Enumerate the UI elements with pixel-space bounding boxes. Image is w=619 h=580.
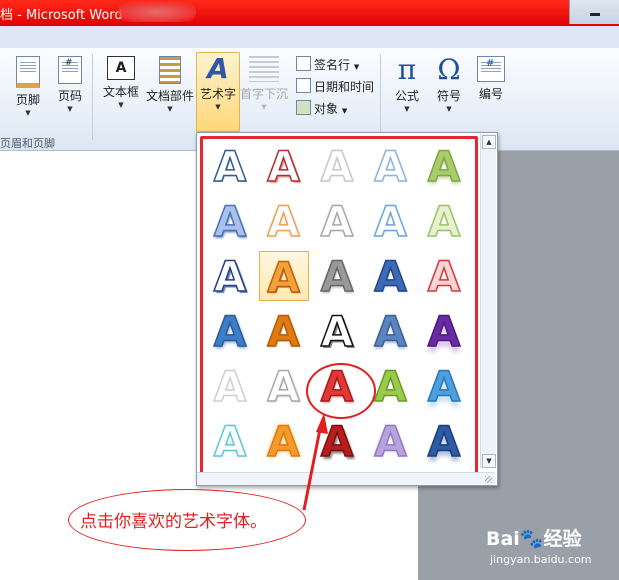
pi-icon: π: [397, 53, 417, 86]
textbox-label: 文本框: [102, 85, 139, 99]
scroll-down-icon[interactable]: ▼: [482, 454, 496, 468]
signature-line-command[interactable]: 签名行 ▼: [296, 56, 359, 73]
group-label-header-footer: 页眉和页脚: [0, 137, 55, 150]
wordart-style-navy-bevel[interactable]: A: [419, 416, 469, 467]
chevron-down-icon: ▼: [215, 103, 221, 111]
drop-cap-button[interactable]: 首字下沉 ▼: [240, 56, 288, 112]
object-command[interactable]: 对象 ▼: [296, 100, 347, 117]
footer-label: 页脚: [15, 93, 40, 107]
chevron-down-icon: ▼: [404, 105, 410, 113]
minimize-icon: [590, 13, 600, 16]
quick-parts-label: 文档部件: [146, 89, 195, 103]
object-icon: [296, 100, 311, 115]
number-icon: #: [477, 56, 505, 82]
page-number-label: 页码: [57, 89, 82, 103]
ribbon-tab-strip: [0, 26, 619, 49]
chevron-down-icon: ▼: [118, 101, 124, 109]
wordart-style-black-outline[interactable]: A: [312, 306, 362, 357]
redacted-filename: [118, 2, 196, 22]
wordart-style-gray-bevel[interactable]: A: [259, 361, 309, 412]
wordart-style-light-green[interactable]: A: [419, 196, 469, 247]
equation-button[interactable]: π 公式 ▼: [388, 56, 426, 114]
wordart-style-cyan-outline[interactable]: A: [205, 416, 255, 467]
quick-parts-icon: [159, 56, 181, 84]
wordart-style-ghost-blue[interactable]: A: [366, 141, 416, 192]
number-button[interactable]: # 编号: [472, 56, 510, 102]
wordart-style-dark-red[interactable]: A: [312, 416, 362, 467]
minimize-button[interactable]: [569, 0, 619, 24]
wordart-style-steel-blue[interactable]: A: [366, 306, 416, 357]
drop-cap-icon: [249, 56, 279, 82]
wordart-style-orange-fill[interactable]: A: [258, 251, 309, 303]
page-number-icon: #: [58, 56, 82, 84]
footer-icon: [16, 56, 40, 88]
wordart-style-light-blue-outline[interactable]: A: [366, 196, 416, 247]
chevron-down-icon: ▼: [67, 105, 73, 113]
wordart-style-outline-blue[interactable]: A: [205, 141, 255, 192]
footer-button[interactable]: 页脚 ▼: [12, 56, 44, 118]
drop-cap-label: 首字下沉: [240, 87, 289, 101]
wordart-style-orange-outline[interactable]: A: [259, 196, 309, 247]
wordart-style-lavender[interactable]: A: [366, 416, 416, 467]
wordart-style-blue-fill[interactable]: A: [205, 306, 255, 357]
date-time-icon: [296, 78, 311, 93]
wordart-style-ghost-gray[interactable]: A: [312, 141, 362, 192]
scroll-track[interactable]: [482, 150, 494, 450]
equation-label: 公式: [394, 89, 419, 103]
wordart-style-outline-red[interactable]: A: [259, 141, 309, 192]
wordart-style-navy-outline[interactable]: A: [205, 251, 255, 302]
scroll-up-icon[interactable]: ▲: [482, 135, 496, 149]
wordart-label: 艺术字: [199, 87, 236, 101]
callout-text: 点击你喜欢的艺术字体。: [80, 512, 267, 532]
wordart-gallery: AAAAAAAAAAAAAAAAAAAAAAAAAAAAAA ▲ ▼: [196, 132, 498, 486]
title-bar: 档 - Microsoft Word: [0, 0, 619, 26]
page-number-button[interactable]: # 页码 ▼: [54, 56, 86, 114]
number-label: 编号: [478, 87, 503, 101]
wordart-style-blue-bevel[interactable]: A: [205, 196, 255, 247]
window-title: 档 - Microsoft Word: [0, 8, 123, 23]
group-separator: [380, 54, 381, 140]
wordart-style-gray-metal[interactable]: A: [312, 251, 362, 302]
omega-icon: Ω: [437, 53, 461, 86]
wordart-style-orange-glow[interactable]: A: [259, 416, 309, 467]
textbox-icon: A: [107, 56, 135, 80]
chevron-down-icon: ▼: [446, 105, 452, 113]
wordart-style-orange-solid[interactable]: A: [259, 306, 309, 357]
wordart-style-blue-solid[interactable]: A: [366, 251, 416, 302]
wordart-style-green-gradient[interactable]: A: [419, 141, 469, 192]
gallery-resize-grip[interactable]: [197, 472, 495, 485]
textbox-button[interactable]: A 文本框 ▼: [100, 56, 142, 110]
symbol-button[interactable]: Ω 符号 ▼: [430, 56, 468, 114]
highlight-circle: [306, 363, 376, 419]
wordart-icon: A: [207, 52, 229, 85]
group-separator: [92, 54, 93, 140]
gallery-scrollbar[interactable]: ▲ ▼: [480, 134, 496, 468]
wordart-style-purple-reflect[interactable]: A: [419, 306, 469, 357]
symbol-label: 符号: [436, 89, 461, 103]
wordart-style-red-outline[interactable]: A: [419, 251, 469, 302]
chevron-down-icon: ▼: [167, 105, 173, 113]
paw-icon: 🐾: [519, 528, 544, 550]
wordart-style-light-gray[interactable]: A: [205, 361, 255, 412]
date-time-command[interactable]: 日期和时间: [296, 78, 374, 95]
chevron-down-icon: ▼: [261, 103, 267, 111]
signature-line-icon: [296, 56, 311, 71]
baidu-watermark: Bai🐾经验 jingyan.baidu.com: [486, 528, 592, 566]
wordart-style-sky-reflect[interactable]: A: [419, 361, 469, 412]
quick-parts-button[interactable]: 文档部件 ▼: [146, 56, 194, 114]
wordart-button[interactable]: A 艺术字 ▼: [196, 52, 240, 132]
wordart-style-silver-outline[interactable]: A: [312, 196, 362, 247]
chevron-down-icon: ▼: [25, 109, 31, 117]
